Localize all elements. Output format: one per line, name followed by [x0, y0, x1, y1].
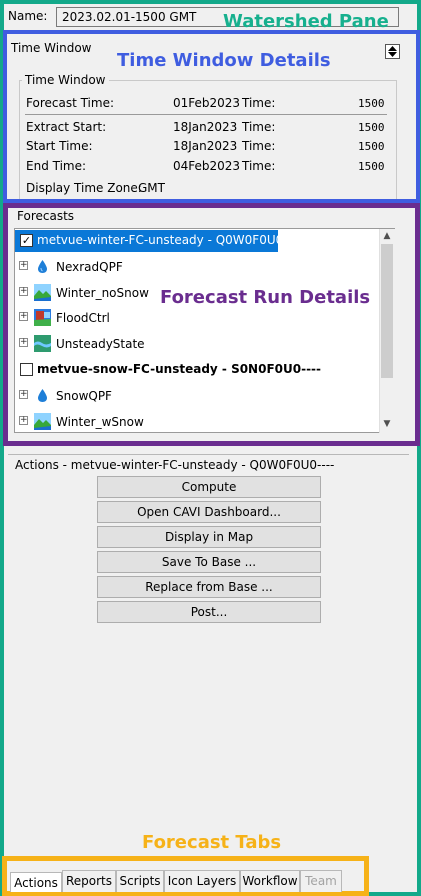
watershed-pane-callout: Watershed Pane	[223, 11, 389, 32]
flood-control-icon	[34, 309, 51, 326]
forecast-run-row[interactable]: metvue-snow-FC-unsteady - S0N0F0U0----	[15, 359, 379, 381]
start-time-time-value: 1500	[358, 140, 385, 153]
tab-workflow[interactable]: Workflow	[240, 870, 300, 892]
time-window-separator	[25, 114, 387, 115]
scrollbar-thumb[interactable]	[381, 244, 393, 378]
landscape-icon	[34, 284, 51, 301]
extract-start-date: 18Jan2023	[173, 120, 238, 134]
water-drop-icon	[38, 389, 47, 402]
end-time-time-label: Time:	[242, 159, 276, 173]
post-button[interactable]: Post...	[97, 601, 321, 623]
expand-icon[interactable]: +	[19, 390, 28, 399]
forecast-run-label: metvue-snow-FC-unsteady - S0N0F0U0----	[37, 362, 322, 376]
water-drop-icon	[38, 260, 47, 273]
end-time-label: End Time:	[26, 159, 87, 173]
display-time-zone-value: GMT	[138, 181, 165, 195]
scroll-down-icon[interactable]: ▼	[379, 419, 395, 429]
time-window-title: Time Window	[11, 41, 92, 55]
expand-icon[interactable]: +	[19, 261, 28, 270]
start-time-time-label: Time:	[242, 139, 276, 153]
replace-from-base-button[interactable]: Replace from Base ...	[97, 576, 321, 598]
tree-node-label: SnowQPF	[56, 389, 112, 403]
tree-node-label: Winter_noSnow	[56, 286, 149, 300]
display-time-zone-label: Display Time Zone:	[26, 181, 142, 195]
tab-icon-layers[interactable]: Icon Layers	[164, 870, 240, 892]
tree-node[interactable]: + NexradQPF	[15, 256, 379, 278]
river-icon	[34, 335, 51, 352]
tab-team: Team	[300, 870, 342, 892]
tree-node-label: UnsteadyState	[56, 337, 145, 351]
checked-checkbox-icon[interactable]: ✓	[20, 234, 33, 247]
save-to-base-button[interactable]: Save To Base ...	[97, 551, 321, 573]
unchecked-checkbox-icon[interactable]	[20, 363, 33, 376]
forecasts-title: Forecasts	[17, 209, 75, 223]
display-in-map-button[interactable]: Display in Map	[97, 526, 321, 548]
collapse-arrows-icon	[388, 46, 397, 57]
extract-start-time-label: Time:	[242, 120, 276, 134]
forecast-time-label: Forecast Time:	[26, 96, 115, 110]
start-time-label: Start Time:	[26, 139, 93, 153]
time-window-group-title: Time Window	[22, 73, 109, 87]
extract-start-time-value: 1500	[358, 121, 385, 134]
time-window-callout: Time Window Details	[117, 50, 331, 71]
tab-reports[interactable]: Reports	[62, 870, 116, 892]
tab-scripts[interactable]: Scripts	[116, 870, 164, 892]
expand-icon[interactable]: +	[19, 312, 28, 321]
tree-node-label: FloodCtrl	[56, 311, 110, 325]
tree-node-label: Winter_wSnow	[56, 415, 144, 429]
end-time-date: 04Feb2023	[173, 159, 241, 173]
expand-icon[interactable]: +	[19, 416, 28, 425]
name-label: Name:	[8, 9, 48, 23]
expand-icon[interactable]: +	[19, 338, 28, 347]
tree-node[interactable]: + SnowQPF	[15, 385, 379, 407]
tab-actions[interactable]: Actions	[10, 872, 62, 892]
scroll-up-icon[interactable]: ▲	[379, 231, 395, 241]
expand-icon[interactable]: +	[19, 287, 28, 296]
tree-node[interactable]: + UnsteadyState	[15, 333, 379, 355]
forecast-tabs-callout: Forecast Tabs	[142, 832, 282, 853]
forecast-run-label: metvue-winter-FC-unsteady - Q0W0F0U0----	[37, 233, 301, 247]
forecast-run-row[interactable]: ✓ metvue-winter-FC-unsteady - Q0W0F0U0--…	[15, 230, 301, 252]
forecast-time-time-label: Time:	[242, 96, 276, 110]
forecast-run-callout: Forecast Run Details	[160, 287, 371, 308]
tree-node[interactable]: + Winter_wSnow	[15, 411, 379, 433]
tree-node-label: NexradQPF	[56, 260, 123, 274]
compute-button[interactable]: Compute	[97, 476, 321, 498]
actions-border	[8, 454, 409, 455]
forecast-time-value: 1500	[358, 97, 385, 110]
extract-start-label: Extract Start:	[26, 120, 107, 134]
collapse-button[interactable]	[385, 44, 400, 59]
end-time-time-value: 1500	[358, 160, 385, 173]
open-cavi-dashboard-button[interactable]: Open CAVI Dashboard...	[97, 501, 321, 523]
actions-title: Actions - metvue-winter-FC-unsteady - Q0…	[15, 458, 335, 472]
forecast-time-date: 01Feb2023	[173, 96, 241, 110]
tree-node[interactable]: + FloodCtrl	[15, 307, 379, 329]
landscape-icon	[34, 413, 51, 430]
start-time-date: 18Jan2023	[173, 139, 238, 153]
